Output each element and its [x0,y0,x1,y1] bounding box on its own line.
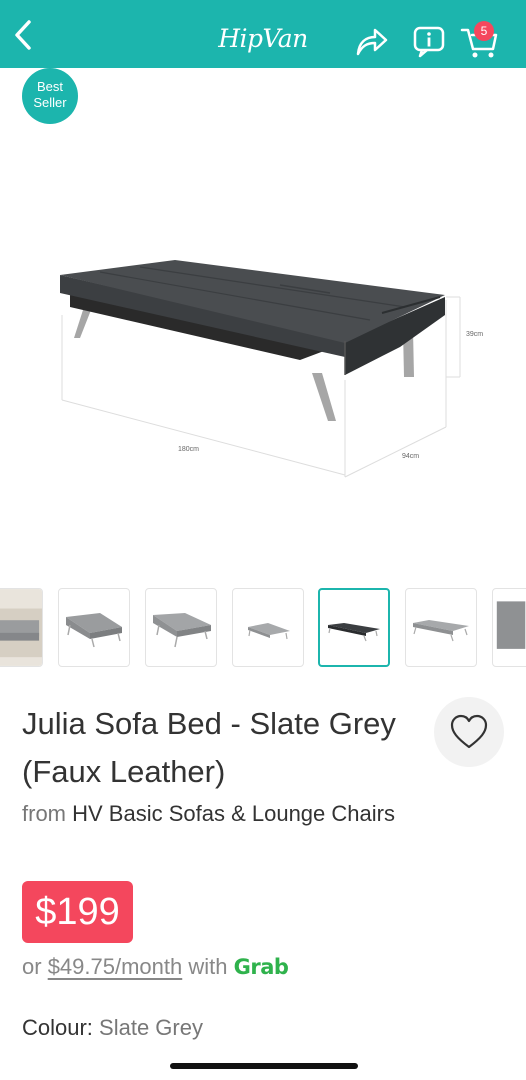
depth-dimension-label: 94cm [402,453,419,460]
back-button[interactable] [8,18,38,52]
installment-line: or $49.75/month with Grab [22,950,289,984]
share-button[interactable] [354,24,390,58]
product-hero-image[interactable]: 39cm 180cm 94cm [0,125,526,580]
thumbnail-image [0,589,42,666]
chevron-left-icon [15,20,31,50]
thumbnail-grey-sofa-flat-small[interactable] [232,588,304,667]
thumbnail-grey-sofa-angle[interactable] [145,588,217,667]
hipvan-logo[interactable]: HipVan [203,24,323,53]
product-title: Julia Sofa Bed - Slate Grey (Faux Leathe… [22,706,396,789]
thumbnail-lifestyle[interactable] [0,588,43,667]
thumbnail-image [153,612,211,647]
height-dimension-label: 39cm [466,331,483,338]
installment-prefix: or [22,954,42,979]
installment-with: with [188,954,228,979]
thumbnail-image [496,601,526,649]
top-bar: HipVan 5 [0,0,526,68]
home-indicator[interactable] [170,1063,358,1069]
thumbnail-image [248,622,290,639]
colour-value: Slate Grey [99,1015,203,1040]
info-icon [413,26,445,58]
share-icon [356,28,388,56]
sofa-bed-illustration: 39cm 180cm 94cm [60,260,483,478]
heart-icon [450,714,488,749]
cart-count-badge: 5 [474,21,494,41]
colour-selector[interactable]: Colour: Slate Grey [22,1011,203,1043]
brand-line: from HV Basic Sofas & Lounge Chairs [22,797,402,830]
wishlist-button[interactable] [434,697,504,767]
thumbnail-grey-swatch[interactable] [492,588,526,667]
grab-logo: Grab [233,955,289,979]
price-tag: $199 [22,881,133,943]
thumbnail-grey-sofa-bed[interactable] [405,588,477,667]
brand-link[interactable]: HV Basic Sofas & Lounge Chairs [72,801,395,826]
best-seller-line1: Best [36,79,63,94]
thumbnail-image [328,622,380,641]
thumbnail-image [66,612,122,647]
installment-amount-link[interactable]: $49.75/month [48,954,183,979]
from-label: from [22,801,66,826]
info-button[interactable] [412,24,446,58]
thumbnail-image [413,619,469,641]
thumbnail-dark-sofa-bed[interactable] [318,588,390,667]
length-dimension-label: 180cm [178,446,199,453]
thumbnail-grey-sofa-upright[interactable] [58,588,130,667]
thumbnail-strip[interactable] [0,588,526,668]
best-seller-badge: Best Seller [22,68,78,124]
best-seller-line2: Seller [33,95,67,110]
colour-label: Colour: [22,1015,93,1040]
